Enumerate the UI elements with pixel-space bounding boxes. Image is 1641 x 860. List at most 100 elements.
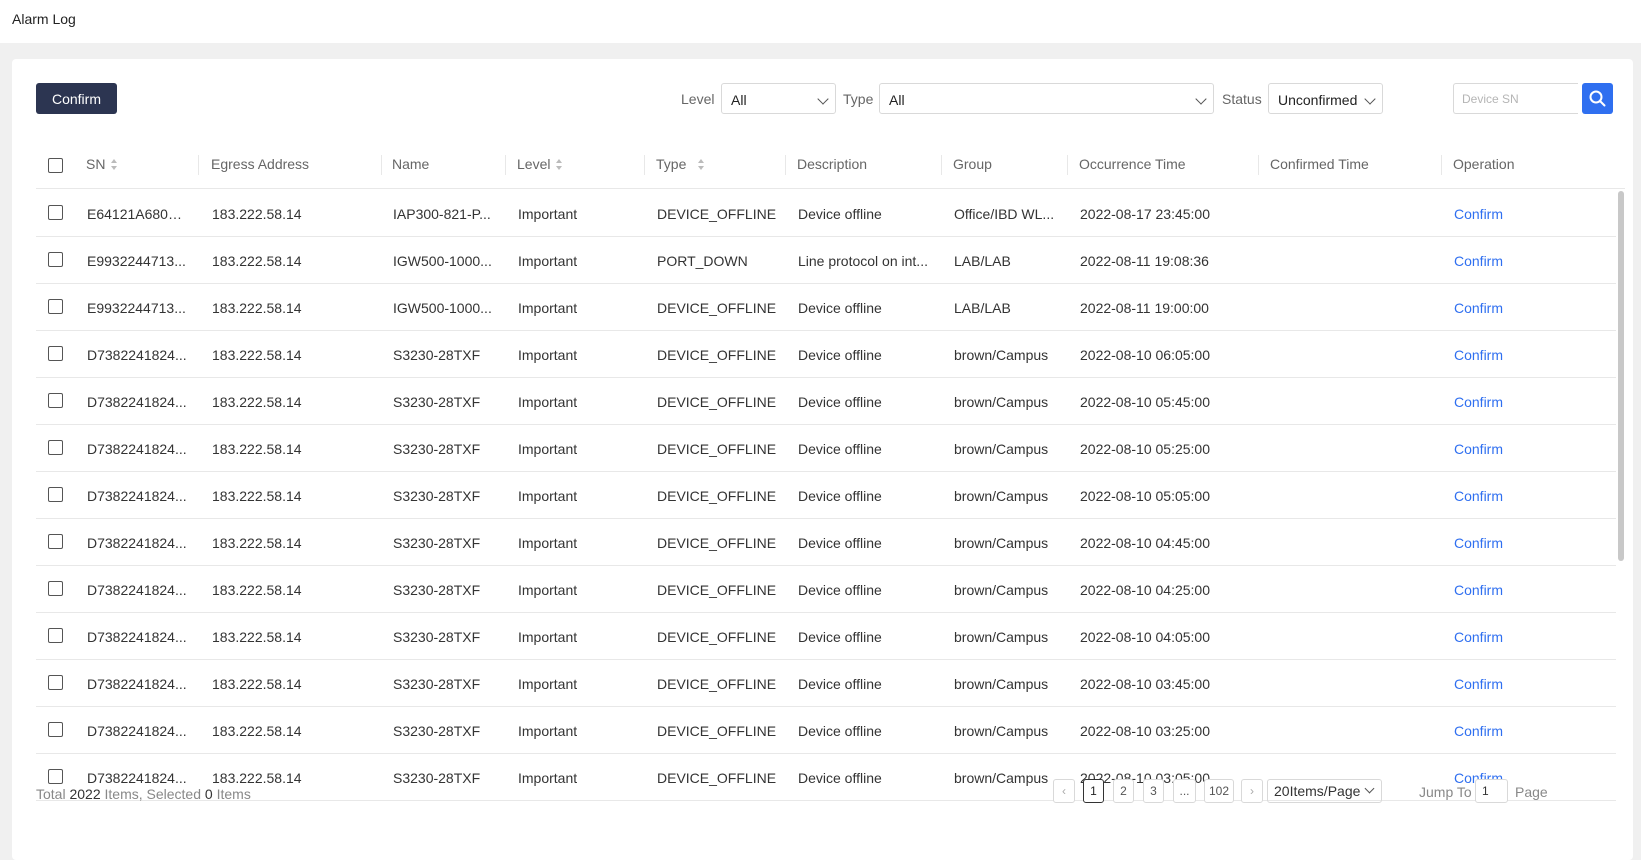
table-row[interactable]: D7382241824... 183.222.58.14 S3230-28TXF Im…: [36, 472, 1616, 519]
cell-egress-address: 183.222.58.14: [212, 582, 302, 598]
sort-icon[interactable]: [556, 159, 563, 171]
table-row[interactable]: D7382241824... 183.222.58.14 S3230-28TXF Im…: [36, 707, 1616, 754]
row-checkbox[interactable]: [48, 675, 63, 690]
column-header-description: Description: [797, 156, 868, 172]
cell-device-name: S3230-28TXF: [393, 488, 481, 504]
column-divider: [941, 155, 942, 175]
column-divider: [1441, 155, 1442, 175]
cell-egress-address: 183.222.58.14: [212, 206, 302, 222]
table-row[interactable]: D7382241824... 183.222.58.14 S3230-28TXF Im…: [36, 378, 1616, 425]
jump-page-input[interactable]: [1475, 779, 1508, 803]
cell-group: brown/Campus: [954, 441, 1049, 457]
cell-device-name: S3230-28TXF: [393, 629, 481, 645]
row-confirm-link[interactable]: Confirm: [1454, 347, 1503, 363]
cell-level: Important: [518, 253, 578, 269]
row-confirm-link[interactable]: Confirm: [1454, 676, 1503, 692]
table-row[interactable]: D7382241824... 183.222.58.14 S3230-28TXF Im…: [36, 566, 1616, 613]
type-select[interactable]: All: [879, 83, 1214, 114]
cell-group: brown/Campus: [954, 394, 1049, 410]
status-select[interactable]: Unconfirmed: [1268, 83, 1383, 114]
row-confirm-link[interactable]: Confirm: [1454, 394, 1503, 410]
main-panel: Confirm Level All Type All Status Unconf…: [12, 59, 1633, 860]
cell-device-name: S3230-28TXF: [393, 347, 481, 363]
scrollbar-thumb[interactable]: [1618, 191, 1624, 561]
cell-device-name: S3230-28TXF: [393, 535, 481, 551]
table-row[interactable]: E64121A6801... 183.222.58.14 IAP300-821-P.…: [36, 190, 1616, 237]
table-row[interactable]: D7382241824... 183.222.58.14 S3230-28TXF Im…: [36, 519, 1616, 566]
page-size-select[interactable]: 20Items/Page: [1267, 779, 1382, 803]
confirm-button[interactable]: Confirm: [36, 83, 117, 114]
row-confirm-link[interactable]: Confirm: [1454, 582, 1503, 598]
cell-sn: D7382241824...: [87, 723, 187, 739]
page-2-button[interactable]: 2: [1113, 779, 1134, 803]
sort-icon[interactable]: [111, 159, 118, 171]
row-confirm-link[interactable]: Confirm: [1454, 723, 1503, 739]
cell-description: Device offline: [798, 582, 882, 598]
row-confirm-link[interactable]: Confirm: [1454, 300, 1503, 316]
row-checkbox[interactable]: [48, 440, 63, 455]
row-confirm-link[interactable]: Confirm: [1454, 441, 1503, 457]
row-checkbox[interactable]: [48, 487, 63, 502]
total-count: 2022: [69, 786, 101, 802]
page-last-button[interactable]: 102: [1204, 779, 1234, 803]
prev-page-button[interactable]: ‹: [1053, 779, 1075, 803]
table-body: E64121A6801... 183.222.58.14 IAP300-821-P.…: [36, 190, 1625, 804]
page-3-button[interactable]: 3: [1143, 779, 1164, 803]
level-select[interactable]: All: [721, 83, 836, 114]
cell-level: Important: [518, 723, 578, 739]
row-checkbox[interactable]: [48, 252, 63, 267]
column-header-type[interactable]: Type: [656, 156, 705, 172]
table-row[interactable]: E9932244713... 183.222.58.14 IGW500-1000..…: [36, 237, 1616, 284]
row-checkbox[interactable]: [48, 299, 63, 314]
page-1-button[interactable]: 1: [1083, 779, 1104, 803]
page-size-value: 20Items/Page: [1274, 783, 1361, 799]
table-row[interactable]: D7382241824... 183.222.58.14 S3230-28TXF Im…: [36, 331, 1616, 378]
type-select-value: All: [889, 92, 905, 108]
cell-level: Important: [518, 629, 578, 645]
next-page-button[interactable]: ›: [1241, 779, 1263, 803]
cell-description: Device offline: [798, 206, 882, 222]
column-divider: [1067, 155, 1068, 175]
row-confirm-link[interactable]: Confirm: [1454, 253, 1503, 269]
column-header-sn[interactable]: SN: [86, 156, 118, 172]
cell-egress-address: 183.222.58.14: [212, 770, 302, 786]
row-confirm-link[interactable]: Confirm: [1454, 535, 1503, 551]
cell-egress-address: 183.222.58.14: [212, 629, 302, 645]
cell-occurrence-time: 2022-08-10 05:45:00: [1080, 394, 1210, 410]
row-checkbox[interactable]: [48, 722, 63, 737]
cell-description: Device offline: [798, 676, 882, 692]
row-confirm-link[interactable]: Confirm: [1454, 206, 1503, 222]
cell-sn: D7382241824...: [87, 582, 187, 598]
row-confirm-link[interactable]: Confirm: [1454, 488, 1503, 504]
sort-icon[interactable]: [698, 159, 705, 171]
cell-sn: D7382241824...: [87, 488, 187, 504]
page-label: Page: [1515, 784, 1548, 800]
search-button[interactable]: [1582, 83, 1613, 114]
row-checkbox[interactable]: [48, 534, 63, 549]
row-checkbox[interactable]: [48, 581, 63, 596]
cell-level: Important: [518, 582, 578, 598]
page-title: Alarm Log: [12, 11, 76, 27]
cell-occurrence-time: 2022-08-10 05:05:00: [1080, 488, 1210, 504]
row-checkbox[interactable]: [48, 628, 63, 643]
row-checkbox[interactable]: [48, 205, 63, 220]
cell-sn: D7382241824...: [87, 394, 187, 410]
page-ellipsis-button[interactable]: ...: [1173, 779, 1196, 803]
cell-level: Important: [518, 535, 578, 551]
row-checkbox[interactable]: [48, 346, 63, 361]
row-checkbox[interactable]: [48, 769, 63, 784]
chevron-down-icon: [1364, 93, 1376, 105]
select-all-checkbox[interactable]: [48, 158, 63, 173]
cell-egress-address: 183.222.58.14: [212, 394, 302, 410]
table-row[interactable]: E9932244713... 183.222.58.14 IGW500-1000..…: [36, 284, 1616, 331]
cell-group: brown/Campus: [954, 723, 1049, 739]
row-confirm-link[interactable]: Confirm: [1454, 629, 1503, 645]
cell-level: Important: [518, 206, 578, 222]
table-row[interactable]: D7382241824... 183.222.58.14 S3230-28TXF Im…: [36, 660, 1616, 707]
table-row[interactable]: D7382241824... 183.222.58.14 S3230-28TXF Im…: [36, 613, 1616, 660]
device-sn-search-input[interactable]: [1453, 83, 1578, 114]
row-checkbox[interactable]: [48, 393, 63, 408]
column-divider: [785, 155, 786, 175]
table-row[interactable]: D7382241824... 183.222.58.14 S3230-28TXF Im…: [36, 425, 1616, 472]
column-header-level[interactable]: Level: [517, 156, 563, 172]
